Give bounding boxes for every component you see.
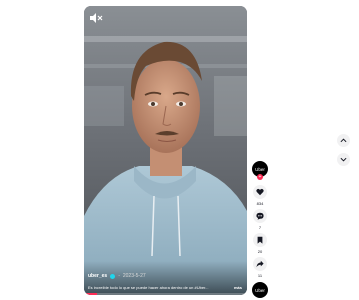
comment-bubble-icon — [256, 212, 264, 220]
video-frame — [84, 6, 247, 295]
bookmark-icon — [257, 236, 263, 244]
video-meta: uber_es · 2023-5-27 — [88, 273, 146, 279]
chevron-down-icon — [340, 157, 347, 162]
comment-count: 7 — [258, 225, 262, 230]
mute-icon[interactable] — [89, 11, 103, 23]
video-progress-fill — [84, 293, 98, 295]
video-caption: Es increíble todo lo que se puede hacer … — [88, 285, 209, 290]
share-count: 11 — [257, 273, 263, 278]
like-count: 834 — [256, 201, 264, 206]
post-date: 2023-5-27 — [122, 273, 146, 279]
share-arrow-icon — [256, 260, 264, 268]
share-button[interactable] — [253, 257, 267, 271]
heart-icon — [256, 188, 264, 196]
save-count: 20 — [257, 249, 263, 254]
action-rail: Uber + 834 7 20 11 Uber — [252, 0, 268, 300]
chevron-up-icon — [340, 138, 347, 143]
username-link[interactable]: uber_es — [88, 273, 107, 279]
caption-more-link[interactable]: más — [234, 285, 242, 290]
meta-separator: · — [118, 273, 120, 279]
verified-badge-icon — [110, 273, 116, 279]
sound-avatar[interactable]: Uber — [252, 282, 268, 298]
comment-button[interactable] — [253, 209, 267, 223]
video-player[interactable]: uber_es · 2023-5-27 Es increíble todo lo… — [84, 6, 247, 295]
previous-video-button[interactable] — [337, 134, 350, 147]
video-feed-page: uber_es · 2023-5-27 Es increíble todo lo… — [0, 0, 359, 300]
like-button[interactable] — [253, 185, 267, 199]
follow-button[interactable]: + — [257, 174, 263, 180]
video-progress-bar[interactable] — [84, 293, 247, 295]
save-button[interactable] — [253, 233, 267, 247]
next-video-button[interactable] — [337, 153, 350, 166]
